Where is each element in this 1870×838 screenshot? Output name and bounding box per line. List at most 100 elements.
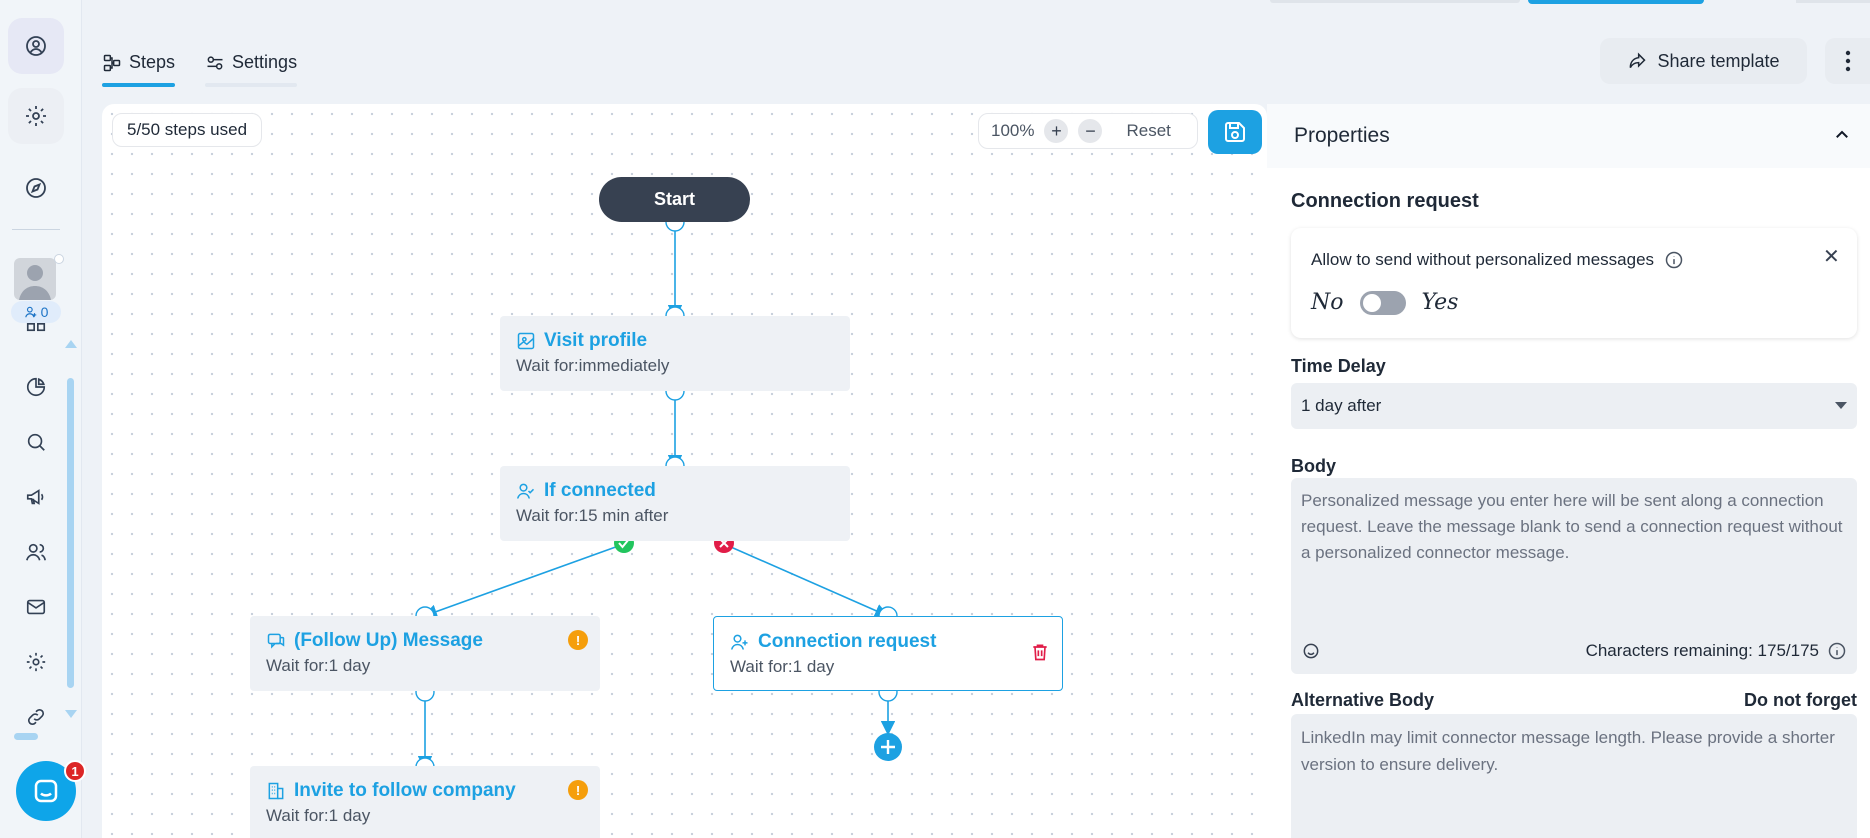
allow-without-message-label: Allow to send without personalized messa… <box>1311 250 1655 269</box>
sidebar-horizontal-scrollbar[interactable] <box>0 730 75 742</box>
user-circle-icon <box>26 36 46 56</box>
connections-count: 0 <box>40 304 49 320</box>
tab-active-indicator <box>102 83 176 87</box>
zoom-reset-button[interactable]: Reset <box>1126 121 1170 141</box>
allow-without-message-toggle[interactable] <box>1359 290 1406 315</box>
share-template-button[interactable]: Share template <box>1600 38 1807 84</box>
sidebar-profile-button[interactable] <box>8 18 64 74</box>
left-sidebar: 0 <box>0 0 82 838</box>
sidebar-explore-button[interactable] <box>8 160 64 216</box>
scrollbar-thumb[interactable] <box>67 378 74 688</box>
workflow-node-connection-request[interactable]: Connection request Wait for:1 day <box>713 616 1063 691</box>
node-title: Connection request <box>758 631 937 652</box>
sidebar-item-dashboard[interactable] <box>22 322 50 338</box>
tab-underline <box>205 83 298 87</box>
sidebar-item-analytics[interactable] <box>22 373 50 401</box>
sliders-icon <box>207 55 223 70</box>
section-title: Connection request <box>1291 190 1479 212</box>
message-icon <box>267 633 285 649</box>
info-icon[interactable] <box>1827 641 1847 661</box>
node-wait: Wait for:1 day <box>266 656 371 675</box>
alternative-body-label: Alternative Body <box>1291 690 1435 710</box>
time-delay-label: Time Delay <box>1291 356 1386 376</box>
compass-icon <box>26 178 46 198</box>
scroll-up-icon[interactable] <box>65 340 77 348</box>
node-wait: Wait for:15 min after <box>516 506 669 525</box>
warning-icon[interactable]: ! <box>568 630 588 650</box>
more-vertical-icon <box>1845 50 1850 72</box>
node-title: Visit profile <box>544 330 648 351</box>
emoji-icon[interactable] <box>1301 641 1321 661</box>
start-node[interactable]: Start <box>599 177 750 222</box>
toggle-knob <box>1362 293 1381 312</box>
workflow-node-invite-follow-company[interactable]: Invite to follow company Wait for:1 day … <box>250 766 600 838</box>
alternative-body-textarea[interactable]: LinkedIn may limit connector message len… <box>1291 714 1857 838</box>
close-icon[interactable]: ✕ <box>1823 244 1840 269</box>
allow-without-message-card: Allow to send without personalized messa… <box>1291 228 1857 338</box>
info-icon[interactable] <box>1664 250 1684 270</box>
properties-header[interactable]: Properties <box>1267 104 1870 168</box>
sidebar-item-contacts[interactable] <box>22 538 50 566</box>
time-delay-select[interactable]: 1 day after <box>1291 383 1857 429</box>
connections-badge[interactable]: 0 <box>11 301 61 323</box>
tab-steps[interactable]: Steps <box>102 52 176 87</box>
node-title: If connected <box>544 480 656 501</box>
more-options-button[interactable] <box>1825 38 1870 84</box>
workflow-canvas[interactable]: 5/50 steps used 100% + − Reset Start Vis… <box>102 104 1267 838</box>
node-wait: Wait for:1 day <box>266 806 371 825</box>
alternative-body-placeholder: LinkedIn may limit connector message len… <box>1301 728 1835 774</box>
search-icon <box>27 433 45 451</box>
share-icon <box>1630 52 1647 69</box>
avatar-placeholder-icon <box>19 265 51 300</box>
zoom-in-button[interactable]: + <box>1044 119 1069 143</box>
delete-step-button[interactable] <box>1030 641 1050 668</box>
company-icon <box>268 782 284 800</box>
body-placeholder: Personalized message you enter here will… <box>1301 491 1843 562</box>
envelope-icon <box>26 599 46 615</box>
zoom-controls: 100% + − Reset <box>978 113 1198 149</box>
tab-label: Steps <box>129 52 176 72</box>
sidebar-scrollbar[interactable] <box>65 338 77 718</box>
tab-bar: Steps Settings <box>102 52 298 87</box>
sidebar-item-settings[interactable] <box>22 648 50 676</box>
workflow-node-follow-up-message[interactable]: (Follow Up) Message Wait for:1 day ! <box>250 616 600 691</box>
alternative-body-hint: Do not forget <box>1744 690 1857 710</box>
node-wait: Wait for:immediately <box>516 356 670 375</box>
body-textarea[interactable]: Personalized message you enter here will… <box>1291 478 1857 674</box>
zoom-out-button[interactable]: − <box>1078 119 1103 143</box>
sidebar-item-integrations[interactable] <box>22 703 50 731</box>
link-icon <box>27 708 45 726</box>
sidebar-settings-button[interactable] <box>8 88 64 144</box>
properties-panel: Properties Connection request Allow to s… <box>1267 104 1870 838</box>
user-plus-icon <box>730 634 748 650</box>
top-button-edge <box>1796 0 1870 3</box>
alternative-body-header: Alternative Body Do not forget <box>1291 690 1857 711</box>
trash-icon <box>1033 644 1047 661</box>
scroll-down-icon[interactable] <box>65 710 77 718</box>
body-label: Body <box>1291 456 1336 476</box>
user-check-icon <box>516 483 535 499</box>
characters-remaining: Characters remaining: 175/175 <box>1585 641 1819 660</box>
node-title: Invite to follow company <box>294 780 516 801</box>
sidebar-item-campaigns[interactable] <box>22 483 50 511</box>
gear-icon <box>26 652 46 672</box>
avatar[interactable] <box>14 258 56 300</box>
save-button[interactable] <box>1208 110 1262 154</box>
tab-label: Settings <box>232 52 298 72</box>
sidebar-item-search[interactable] <box>22 428 50 456</box>
app-root: 0 1 Steps Settings Share template 5/50 s… <box>0 0 1870 838</box>
scrollbar-thumb[interactable] <box>14 733 38 740</box>
tab-settings[interactable]: Settings <box>205 52 298 87</box>
users-icon <box>26 543 46 561</box>
top-input-edge <box>1270 0 1520 3</box>
workflow-node-if-connected[interactable]: If connected Wait for:15 min after <box>500 466 850 541</box>
top-primary-button-edge[interactable] <box>1528 0 1704 4</box>
workflow-node-visit-profile[interactable]: Visit profile Wait for:immediately <box>500 316 850 391</box>
warning-icon[interactable]: ! <box>568 780 588 800</box>
sidebar-item-inbox[interactable] <box>22 593 50 621</box>
node-wait: Wait for:1 day <box>730 657 835 676</box>
time-delay-value: 1 day after <box>1301 396 1382 415</box>
chevron-down-icon <box>1835 402 1847 409</box>
pie-chart-icon <box>26 377 46 397</box>
chevron-up-icon[interactable] <box>1833 126 1851 144</box>
